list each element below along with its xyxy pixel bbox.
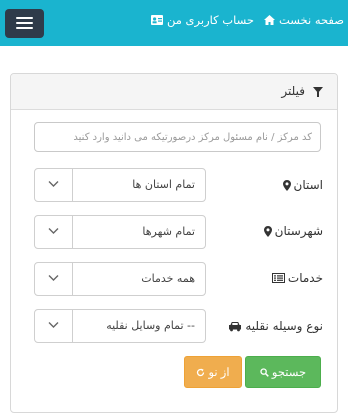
vehicle-type-select[interactable]: -- تمام وسایل نقلیه — [34, 309, 206, 343]
chevron-down-icon — [48, 275, 59, 281]
search-icon — [260, 367, 269, 377]
chevron-down-icon — [48, 322, 59, 328]
services-dropdown-toggle[interactable] — [35, 263, 73, 295]
vehicle-type-select-value: -- تمام وسایل نقلیه — [106, 319, 195, 332]
nav-home-label: صفحه نخست — [278, 13, 344, 27]
hamburger-line — [16, 27, 33, 29]
services-label: خدمات — [271, 271, 323, 285]
province-label: استان — [282, 178, 323, 192]
search-button[interactable]: جستجو — [245, 356, 321, 388]
county-label-text: شهرستان — [274, 224, 323, 238]
refresh-icon — [197, 368, 205, 376]
center-search-input[interactable] — [34, 122, 321, 152]
car-icon — [229, 321, 242, 331]
chevron-down-icon — [48, 228, 59, 234]
chevron-down-icon — [48, 181, 59, 187]
vehicle-type-label-text: نوع وسیله نقلیه — [245, 319, 323, 333]
county-label: شهرستان — [263, 224, 323, 238]
county-dropdown-toggle[interactable] — [35, 216, 73, 248]
services-select-value: همه خدمات — [141, 272, 195, 285]
map-marker-icon — [263, 225, 272, 237]
id-card-icon — [150, 15, 163, 25]
filter-title: فیلتر — [281, 84, 305, 98]
reset-button-label: از نو — [208, 367, 230, 379]
nav-account-link[interactable]: حساب کاربری من — [150, 13, 254, 27]
nav-home-link[interactable]: صفحه نخست — [263, 13, 344, 27]
map-marker-icon — [282, 179, 291, 191]
filter-panel: فیلتر استان تمام استان ها شهرستان تمام ش… — [10, 73, 338, 413]
list-icon — [271, 273, 285, 283]
hamburger-line — [16, 22, 33, 24]
services-label-text: خدمات — [287, 271, 323, 285]
search-button-label: جستجو — [271, 367, 307, 379]
hamburger-line — [16, 17, 33, 19]
county-select[interactable]: تمام شهرها — [34, 215, 206, 249]
hamburger-menu-button[interactable] — [5, 9, 44, 38]
county-select-value: تمام شهرها — [142, 225, 195, 238]
services-select[interactable]: همه خدمات — [34, 262, 206, 296]
filter-icon — [313, 87, 323, 97]
province-dropdown-toggle[interactable] — [35, 169, 73, 201]
home-icon — [263, 15, 275, 25]
province-select-value: تمام استان ها — [132, 178, 195, 191]
reset-button[interactable]: از نو — [184, 356, 242, 388]
province-label-text: استان — [293, 178, 323, 192]
province-select[interactable]: تمام استان ها — [34, 168, 206, 202]
filter-panel-header: فیلتر — [11, 74, 337, 110]
top-navbar: صفحه نخست حساب کاربری من — [0, 0, 348, 46]
nav-account-label: حساب کاربری من — [166, 13, 254, 27]
vehicle-type-label: نوع وسیله نقلیه — [228, 319, 323, 333]
vehicle-type-dropdown-toggle[interactable] — [35, 310, 73, 342]
